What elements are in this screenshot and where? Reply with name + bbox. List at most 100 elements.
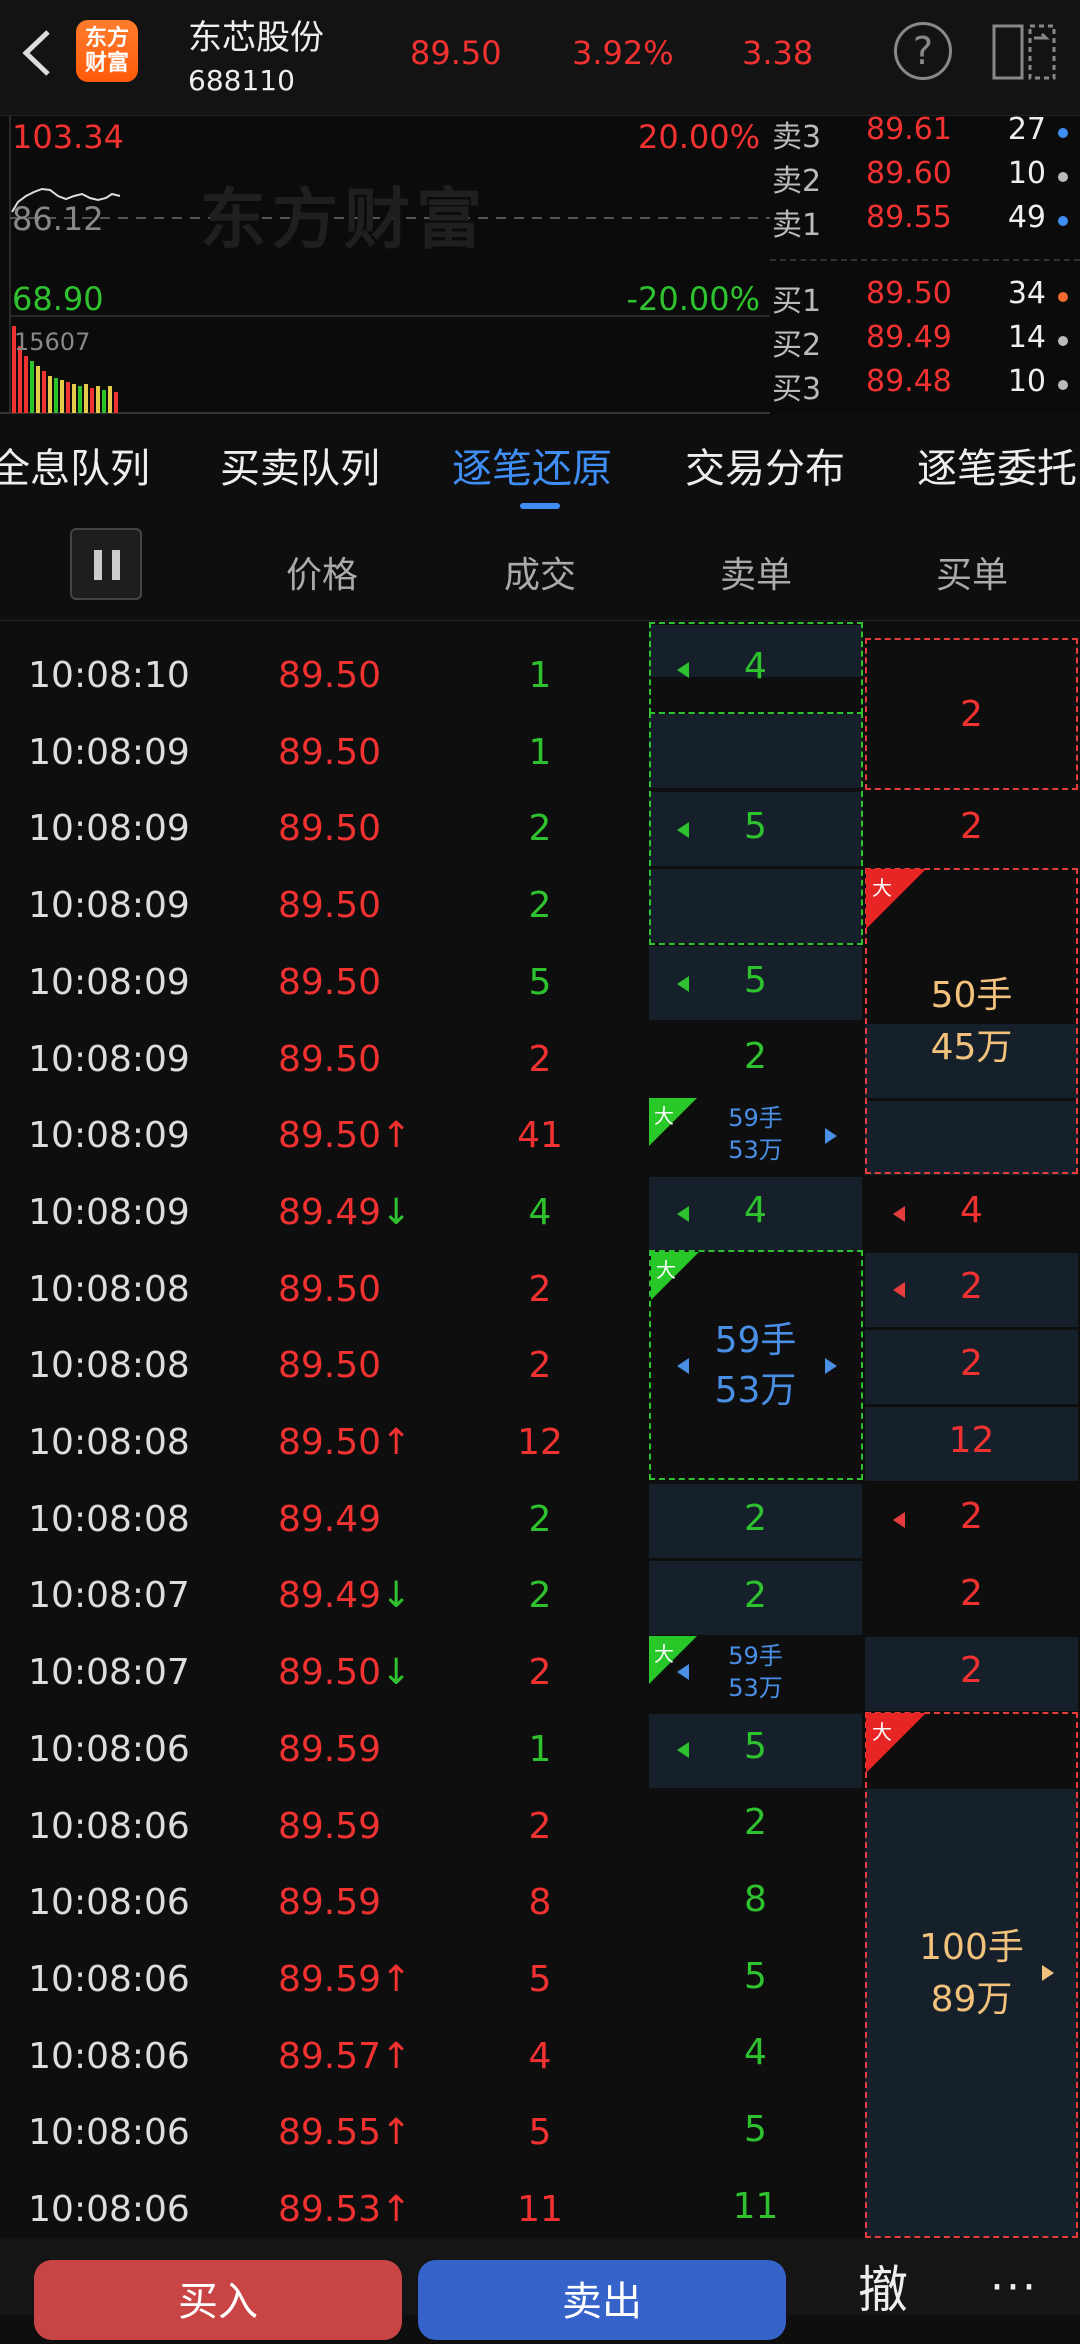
sell-cell: 4	[744, 2032, 767, 2073]
back-icon[interactable]	[18, 28, 58, 78]
sell-cell: 2	[744, 1036, 767, 1077]
dot-icon	[1058, 336, 1068, 346]
buy-button[interactable]: 买入	[34, 2260, 402, 2340]
cancel-order-button[interactable]: 撤	[858, 2250, 908, 2322]
trade-time: 10:08:06	[28, 1806, 190, 1847]
tab-tick-restore[interactable]: 逐笔还原	[452, 436, 612, 494]
trade-price-value: 89.50	[278, 808, 382, 849]
sell-cell: 2	[744, 1498, 767, 1539]
trade-price-value: 89.50	[278, 1422, 382, 1463]
stock-code: 688110	[188, 64, 295, 97]
sell-cell: 5	[744, 806, 767, 847]
trade-volume: 2	[528, 1652, 552, 1693]
trade-price-value: 89.50	[278, 1345, 382, 1386]
trade-price-value: 89.55	[278, 2112, 382, 2153]
trade-time: 10:08:06	[28, 2112, 190, 2153]
arrow-up-icon: ↑	[381, 2112, 412, 2153]
dot-icon	[1058, 380, 1068, 390]
trade-price-value: 89.49	[278, 1499, 382, 1540]
trade-time: 10:08:09	[28, 1039, 190, 1080]
bid-2: 买2 89.49 14	[770, 320, 1080, 364]
sell-cell: 4	[744, 646, 767, 687]
trade-price: 89.50	[278, 808, 438, 849]
trade-volume: 8	[528, 1882, 552, 1923]
trade-price: 89.49↓	[278, 1192, 438, 1233]
app-logo: 东方 财富	[76, 20, 138, 82]
bid-1: 买1 89.50 34	[770, 276, 1080, 320]
buy-cell: 2	[960, 1343, 983, 1384]
layout-switch-icon[interactable]	[990, 22, 1058, 82]
trade-time: 10:08:08	[28, 1345, 190, 1386]
sell-cell: 2	[744, 1575, 767, 1616]
pause-button[interactable]	[70, 528, 142, 600]
watermark: 东方财富	[200, 181, 488, 258]
dot-icon	[1058, 292, 1068, 302]
trade-price: 89.49↓	[278, 1575, 438, 1616]
sell-button[interactable]: 卖出	[418, 2260, 786, 2340]
trade-price: 89.59	[278, 1806, 438, 1847]
trade-time: 10:08:09	[28, 732, 190, 773]
trade-time: 10:08:09	[28, 808, 190, 849]
ask-3: 卖3 89.61 27	[770, 112, 1080, 156]
trade-time: 10:08:06	[28, 1729, 190, 1770]
tab-full-queue[interactable]: 全息队列	[0, 436, 150, 494]
trade-time: 10:08:09	[28, 885, 190, 926]
trade-time: 10:08:09	[28, 962, 190, 1003]
trade-price: 89.50	[278, 1345, 438, 1386]
trade-price: 89.59↑	[278, 1959, 438, 2000]
trade-time: 10:08:06	[28, 2036, 190, 2077]
intraday-mini-chart[interactable]: 东方财富 103.34 20.00% 86.12 68.90 -20.00% 1…	[0, 116, 770, 414]
trade-price: 89.59	[278, 1882, 438, 1923]
trade-volume: 41	[517, 1115, 563, 1156]
trade-volume: 2	[528, 1806, 552, 1847]
change-amount: 3.38	[742, 34, 814, 72]
trade-price: 89.57↑	[278, 2036, 438, 2077]
buy-cell: 12	[948, 1420, 995, 1461]
trade-volume: 2	[528, 1575, 552, 1616]
buy-cell: 2	[960, 1650, 983, 1691]
dot-icon	[1058, 172, 1068, 182]
trade-price-value: 89.50	[278, 885, 382, 926]
stock-name: 东芯股份	[188, 18, 324, 58]
arrow-down-icon: ↓	[381, 1575, 412, 1616]
trade-time: 10:08:06	[28, 1882, 190, 1923]
trade-volume: 5	[528, 1959, 552, 2000]
trade-time: 10:08:09	[28, 1192, 190, 1233]
buy-cell: 2	[960, 806, 983, 847]
trade-price: 89.55↑	[278, 2112, 438, 2153]
trade-time: 10:08:07	[28, 1575, 190, 1616]
col-sell: 卖单	[720, 555, 793, 596]
trade-price: 89.50	[278, 655, 438, 696]
arrow-up-icon: ↑	[381, 2036, 412, 2077]
tab-trade-distribution[interactable]: 交易分布	[685, 436, 845, 494]
right-arrow-icon	[825, 1128, 837, 1144]
tab-tick-orders[interactable]: 逐笔委托	[917, 436, 1077, 494]
trade-volume: 5	[528, 962, 552, 1003]
trade-price-value: 89.59	[278, 1959, 382, 2000]
more-icon[interactable]: ···	[990, 2262, 1038, 2313]
trade-price-value: 89.59	[278, 1729, 382, 1770]
arrow-up-icon: ↑	[381, 1422, 412, 1463]
trade-volume: 2	[528, 1345, 552, 1386]
arrow-up-icon: ↑	[381, 1115, 412, 1156]
help-icon[interactable]: ?	[894, 22, 952, 80]
trade-volume: 2	[528, 1269, 552, 1310]
chart-low: 68.90	[12, 280, 104, 318]
trade-price: 89.59	[278, 1729, 438, 1770]
trade-price-value: 89.50	[278, 1652, 382, 1693]
trade-volume: 5	[528, 2112, 552, 2153]
ask-1: 卖1 89.55 49	[770, 200, 1080, 244]
col-volume: 成交	[504, 555, 577, 596]
dot-icon	[1058, 216, 1068, 226]
pause-icon	[94, 550, 102, 580]
sell-cell: 5	[744, 1726, 767, 1767]
trade-volume: 4	[528, 2036, 552, 2077]
last-price: 89.50	[410, 34, 502, 72]
trade-volume: 4	[528, 1192, 552, 1233]
trade-price-value: 89.49	[278, 1575, 382, 1616]
tab-bid-ask-queue[interactable]: 买卖队列	[220, 436, 380, 494]
trade-price-value: 89.50	[278, 655, 382, 696]
trade-price: 89.50	[278, 1269, 438, 1310]
sell-cell: 4	[744, 1190, 767, 1231]
trade-time: 10:08:08	[28, 1269, 190, 1310]
